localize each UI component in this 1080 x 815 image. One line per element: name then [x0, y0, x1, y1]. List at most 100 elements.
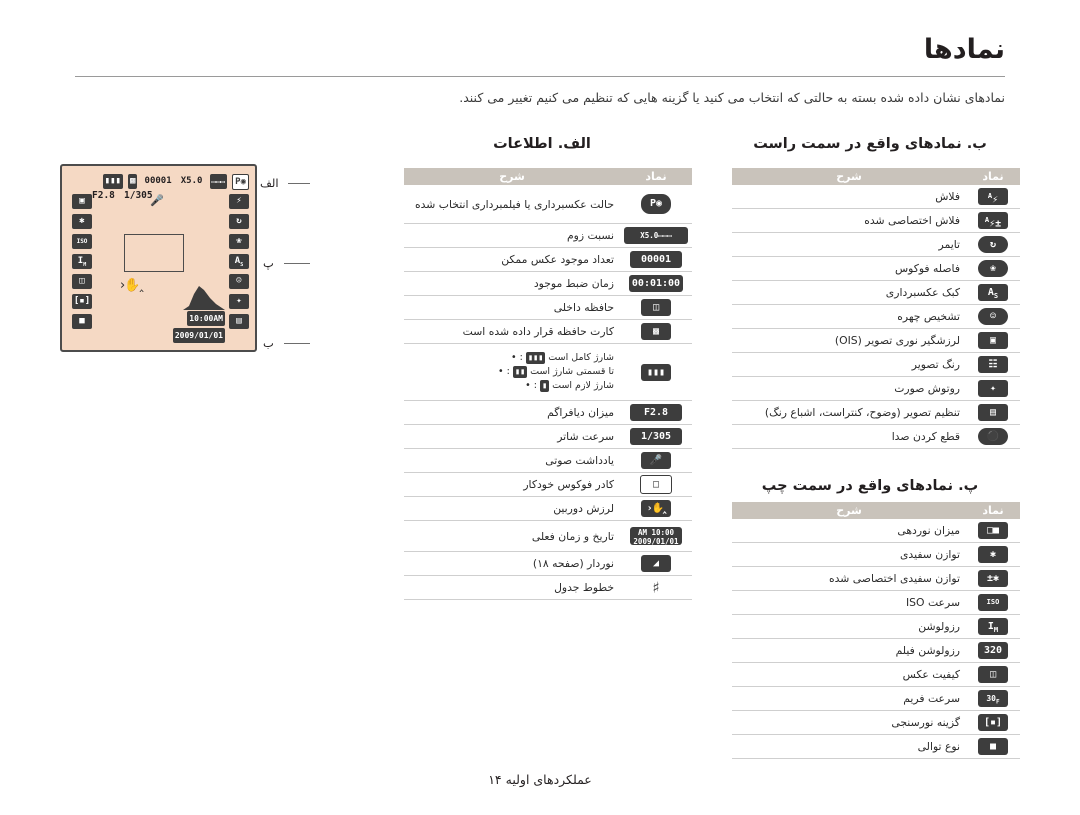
table-row: ▭▭▭X5.0 نسبت زوم: [404, 223, 692, 248]
resolution-icon: IM: [72, 254, 92, 269]
row-desc: زمان ضبط موجود: [404, 271, 620, 296]
record-time-icon: 00:01:00: [620, 271, 692, 296]
exposure-value-icon: ■□: [966, 519, 1020, 543]
movie-resolution-icon: 320: [966, 638, 1020, 663]
camera-lcd: ◉P ▭▭▭ X5.0 00001 ▩ ▮▮▮ F2.8 1/305 ▣ ✱ I…: [60, 164, 257, 352]
screen-label-b: ب: [263, 336, 274, 350]
battery-bullets: شارژ کامل است ▮▮▮ : • تا قسمتی شارژ است …: [404, 343, 620, 401]
af-frame-icon: [124, 234, 184, 272]
timer-icon: ↻: [966, 232, 1020, 257]
table-row: ■□ میزان نوردهی: [732, 519, 1020, 543]
table-section-p: نماد شرح ■□ میزان نوردهی ✱ توازن سفیدی ✱…: [732, 502, 1020, 759]
row-desc: قطع کردن صدا: [732, 424, 966, 449]
row-desc: یادداشت صوتی: [404, 448, 620, 473]
macro-icon: ❀: [229, 234, 249, 249]
table-row: ✦ روتوش صورت: [732, 376, 1020, 401]
table-row: ±⚡A فلاش اختصاصی شده: [732, 208, 1020, 233]
table-row: [▪] گزینه نورسنجی: [732, 710, 1020, 735]
histogram-icon: [183, 280, 225, 310]
table-row: ⚡A فلاش: [732, 185, 1020, 209]
table-row: ✱ توازن سفیدی: [732, 542, 1020, 567]
white-balance-icon: ✱: [966, 542, 1020, 567]
row-desc: سرعت شاتر: [404, 424, 620, 449]
screen-left-icon-column: ▣ ✱ ISO IM ◫ [▪] ■: [68, 194, 92, 334]
row-desc: سرعت ISO: [732, 590, 966, 615]
row-desc: کارت حافظه قرار داده شده است: [404, 319, 620, 344]
table-row: 320 رزولوشن فیلم: [732, 638, 1020, 663]
table-row: ◫ حافظه داخلی: [404, 295, 692, 320]
table-row: IM رزولوشن: [732, 614, 1020, 639]
leader-p: [284, 263, 310, 264]
camera-shake-icon: ‸✋‹: [620, 496, 692, 521]
timer-icon: ↻: [229, 214, 249, 229]
aperture-value: F2.8: [92, 190, 115, 201]
face-detect-icon: ☺: [229, 274, 249, 289]
section-heading-a: الف. اطلاعات: [493, 136, 591, 152]
resolution-icon: IM: [966, 614, 1020, 639]
shutter-value: 1/305: [124, 190, 153, 201]
face-retouch-icon: ✦: [966, 376, 1020, 401]
table-row: ◫ کیفیت عکس: [732, 662, 1020, 687]
table-row: 00001 تعداد موجود عکس ممکن: [404, 247, 692, 272]
table-row: ▤ تنظیم تصویر (وضوح، کنتراست، اشباع رنگ): [732, 400, 1020, 425]
internal-memory-icon: ◫: [620, 295, 692, 320]
drive-mode-icon: ■: [72, 314, 92, 329]
leader-a: [288, 183, 310, 184]
table-row: AS کبک عکسبرداری: [732, 280, 1020, 305]
drive-mode-icon: ■: [966, 734, 1020, 759]
grid-lines-icon: ♯: [620, 575, 692, 600]
battery-partial-icon: ▮▮: [512, 365, 528, 378]
row-desc: تشخیص چهره: [732, 304, 966, 329]
table-header-row: نماد شرح: [404, 168, 692, 185]
table-row: ‸✋‹ لرزش دوربین: [404, 496, 692, 521]
col-desc: شرح: [732, 168, 966, 185]
face-retouch-icon: ✦: [229, 294, 249, 309]
screen-right-icon-column: ⚡ ↻ ❀ AS ☺ ✦ ▤: [225, 194, 249, 334]
af-mode-icon: AS: [966, 280, 1020, 305]
flash-auto-icon: ⚡A: [966, 185, 1020, 209]
battery-bullet-low: شارژ لازم است ▮ : •: [525, 379, 614, 392]
row-desc: تنظیم تصویر (وضوح، کنتراست، اشباع رنگ): [732, 400, 966, 425]
col-desc: شرح: [404, 168, 620, 185]
row-desc: گزینه نورسنجی: [732, 710, 966, 735]
photo-quality-icon: ◫: [966, 662, 1020, 687]
time-value: 10:00AM: [187, 311, 225, 326]
col-icon: نماد: [620, 168, 692, 185]
row-desc: فلاش: [732, 185, 966, 209]
row-desc: توازن سفیدی: [732, 542, 966, 567]
row-desc: نوع توالی: [732, 734, 966, 759]
row-desc: کبک عکسبرداری: [732, 280, 966, 305]
flash-auto-icon: ⚡: [229, 194, 249, 209]
table-row: ■ نوع توالی: [732, 734, 1020, 759]
camera-screen-illustration: الف پ ب ◉P ▭▭▭ X5.0 00001 ▩ ▮▮▮ F2.8 1/3…: [60, 164, 322, 364]
flash-custom-icon: ±⚡A: [966, 208, 1020, 233]
shooting-mode-icon: ◉P: [620, 185, 692, 224]
white-balance-icon: ✱: [72, 214, 92, 229]
col-icon: نماد: [966, 502, 1020, 519]
table-header-row: نماد شرح: [732, 168, 1020, 185]
row-desc: رنگ تصویر: [732, 352, 966, 377]
table-row: ☺ تشخیص چهره: [732, 304, 1020, 329]
row-desc: نسبت زوم: [404, 223, 620, 248]
table-row: F2.8 میزان دیافراگم: [404, 400, 692, 425]
page-title: نمادها: [923, 34, 1005, 65]
image-adjust-icon: ▤: [229, 314, 249, 329]
row-desc: رزولوشن: [732, 614, 966, 639]
table-row: ▣ لرزشگیر نوری تصویر (OIS): [732, 328, 1020, 353]
row-desc: خطوط جدول: [404, 575, 620, 600]
battery-icon: ▮▮▮: [620, 343, 692, 401]
voice-memo-icon: 🎤: [150, 194, 164, 207]
battery-bullet-partial: تا قسمتی شارژ است ▮▮ : •: [498, 365, 614, 378]
mute-icon: ⚫: [966, 424, 1020, 449]
frame-rate-icon: 30F: [966, 686, 1020, 711]
metering-icon: [▪]: [72, 294, 92, 309]
leader-b: [284, 343, 310, 344]
shots-remaining-icon: 00001: [620, 247, 692, 272]
row-desc: کادر فوکوس خودکار: [404, 472, 620, 497]
af-frame-icon: □: [620, 472, 692, 497]
table-row: 1/305 سرعت شاتر: [404, 424, 692, 449]
row-desc: حالت عکسبرداری یا فیلمبرداری انتخاب شده: [404, 185, 620, 224]
col-desc: شرح: [732, 502, 966, 519]
title-divider: [75, 76, 1005, 77]
row-desc: میزان نوردهی: [732, 519, 966, 543]
